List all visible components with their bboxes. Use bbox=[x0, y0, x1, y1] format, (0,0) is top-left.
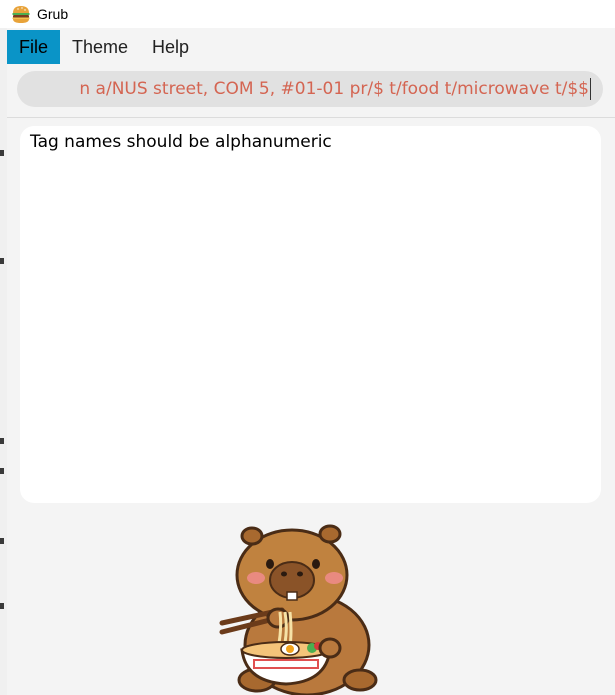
menu-help[interactable]: Help bbox=[140, 30, 201, 64]
menu-theme[interactable]: Theme bbox=[60, 30, 140, 64]
left-window-edge bbox=[0, 28, 7, 695]
command-box[interactable] bbox=[17, 71, 603, 107]
result-display: Tag names should be alphanumeric bbox=[20, 126, 601, 503]
text-cursor bbox=[590, 78, 591, 100]
window-title: Grub bbox=[37, 6, 69, 22]
title-bar: Grub bbox=[0, 0, 615, 28]
capybara-eating-ramen-image bbox=[219, 524, 378, 695]
menu-file[interactable]: File bbox=[7, 30, 61, 64]
result-message: Tag names should be alphanumeric bbox=[30, 132, 332, 152]
menu-bar: File Theme Help bbox=[7, 28, 615, 66]
burger-icon bbox=[12, 6, 30, 23]
command-input[interactable] bbox=[17, 71, 603, 107]
divider bbox=[7, 117, 615, 118]
